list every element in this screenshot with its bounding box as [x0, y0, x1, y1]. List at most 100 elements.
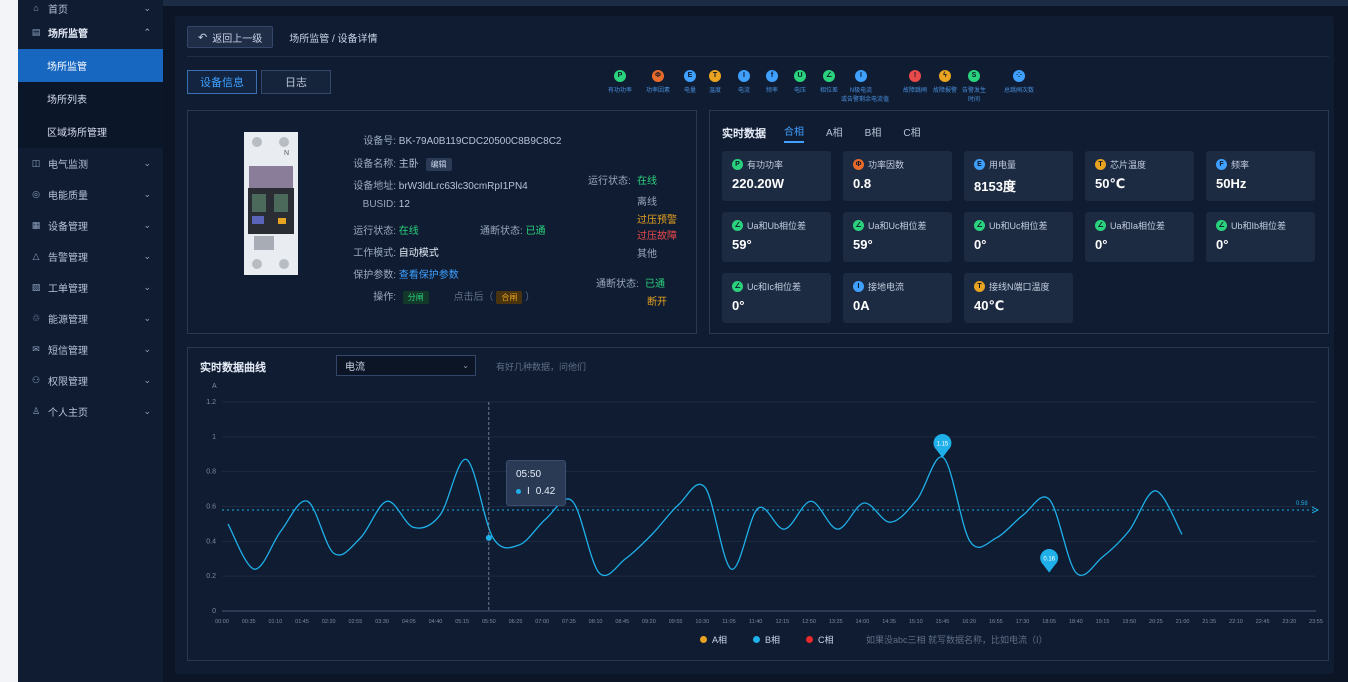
x-tick-label: 00:35 [242, 619, 256, 625]
back-button[interactable]: ↶ 返回上一级 [187, 26, 274, 48]
sidebar-item-alarm[interactable]: △ 告警管理 ⌄ [18, 241, 163, 272]
metric-icon: ∠ [853, 220, 864, 231]
x-tick-label: 16:55 [989, 619, 1003, 625]
device-addr-row: 设备地址: brW3ldLrc63lc30cmRpI1PN4 [338, 177, 528, 192]
metric-card: ∠ Ua和Ub相位差 59° [722, 212, 831, 262]
metric-card: E 用电量 8153度 [964, 151, 1073, 201]
x-tick-label: 15:45 [936, 619, 950, 625]
metric-card: I 接地电流 0A [843, 273, 952, 323]
tab-log[interactable]: 日志 [261, 70, 331, 94]
operation-hint-end: ） [525, 292, 536, 303]
operation-label: 操作: [373, 292, 396, 303]
icon-legend-item: ⁘ 总跳闸次数 [999, 70, 1039, 94]
icon-legend-item: I N极电流 或告警剩余电流值 [841, 70, 890, 103]
metric-card: T 芯片温度 50℃ [1085, 151, 1194, 201]
metric-9-icon: ! [909, 70, 921, 82]
permission-icon: ⚇ [31, 375, 41, 385]
legend-b[interactable]: B相 [753, 633, 780, 646]
metric-label: Ua和Ub相位差 [747, 221, 807, 231]
sidebar-item-quality[interactable]: ◎ 电能质量 ⌄ [18, 179, 163, 210]
x-tick-label: 22:45 [1256, 619, 1270, 625]
y-tick-label: 0.6 [206, 504, 216, 511]
metric-icon: I [853, 281, 864, 292]
chevron-down-icon: ⌄ [462, 361, 469, 370]
sidebar-item-label: 电气监测 [48, 160, 88, 171]
sidebar-item-building[interactable]: ▤ 场所监管 ⌃ [18, 16, 163, 49]
sidebar-item-energy[interactable]: ♲ 能源管理 ⌄ [18, 303, 163, 334]
tab-phase-b[interactable]: B相 [865, 124, 882, 142]
metric-11-icon: S [968, 70, 980, 82]
sidebar-item-permission[interactable]: ⚇ 权限管理 ⌄ [18, 365, 163, 396]
sidebar-item-label: 首页 [48, 4, 68, 16]
tab-phase-c[interactable]: C相 [903, 124, 920, 142]
sidebar-item-label: 权限管理 [48, 377, 88, 388]
legend-note: 如果没abc三相 就写数据名称，比如电流（I） [866, 635, 1048, 645]
metric-header: ∠ Ub和Uc相位差 [974, 219, 1048, 232]
metric-header: I 接地电流 [853, 280, 904, 293]
curve-hint: 有好几种数据，问他们 [496, 362, 587, 372]
realtime-card: 实时数据 合相 A相 B相 C相 P 有功功率 220.20W Φ 功率因数 0… [709, 110, 1329, 334]
device-info-card: N 设备号: BK-79A0B119CDC20500C8B9C8C2 设备名称:… [187, 110, 697, 334]
realtime-title: 实时数据 [722, 128, 766, 140]
sidebar-subitem[interactable]: 场所列表 [18, 82, 163, 115]
tab-combined-phase[interactable]: 合相 [784, 123, 804, 143]
open-switch-button[interactable]: 分闸 [402, 291, 429, 304]
metric-label: Ua和Ia相位差 [1110, 221, 1166, 231]
metric-card: ∠ Uc和Ic相位差 0° [722, 273, 831, 323]
tab-device-info[interactable]: 设备信息 [187, 70, 257, 94]
conn-status-value: 已通 [525, 226, 546, 237]
metric-icon: F [1216, 159, 1227, 170]
sidebar-item-home[interactable]: ⌂ 首页 ⌄ [18, 0, 163, 16]
metric-card: F 频率 50Hz [1206, 151, 1315, 201]
sidebar-item-user[interactable]: ♙ 个人主页 ⌄ [18, 396, 163, 427]
average-label: 0.58 [1296, 501, 1308, 507]
x-tick-label: 12:50 [802, 619, 816, 625]
x-tick-label: 11:40 [749, 619, 762, 625]
tooltip-value: 0.42 [535, 486, 556, 497]
metric-card: P 有功功率 220.20W [722, 151, 831, 201]
breaker-illustration [244, 132, 298, 275]
device-icon: ▦ [31, 220, 41, 230]
back-icon: ↶ [198, 31, 208, 44]
tooltip-series: I [527, 486, 530, 497]
metric-icon: P [732, 159, 743, 170]
metric-icon: ∠ [1095, 220, 1106, 231]
sidebar-item-sms[interactable]: ✉ 短信管理 ⌄ [18, 334, 163, 365]
metric-header: P 有功功率 [732, 158, 783, 171]
sidebar-subitem[interactable]: 场所监管 [18, 49, 163, 82]
sidebar-item-ticket[interactable]: ▧ 工单管理 ⌄ [18, 272, 163, 303]
data-type-select[interactable]: 电流 ⌄ [336, 355, 476, 376]
close-switch-button[interactable]: 合闸 [496, 291, 523, 304]
icon-legend-sublabel: 或告警剩余电流值 [841, 97, 890, 103]
chevron-down-icon: ⌄ [143, 344, 151, 354]
divider [187, 56, 1329, 57]
legend-a[interactable]: A相 [700, 633, 727, 646]
legend-conn-label: 通断状态: [596, 279, 639, 290]
sidebar-item-device[interactable]: ▦ 设备管理 ⌄ [18, 210, 163, 241]
chevron-down-icon: ⌄ [143, 251, 151, 261]
x-tick-label: 03:30 [375, 619, 389, 625]
sidebar-subitem[interactable]: 区域场所管理 [18, 115, 163, 148]
protect-link[interactable]: 查看保护参数 [399, 270, 459, 281]
x-tick-label: 05:15 [455, 619, 469, 625]
x-tick-label: 19:50 [1122, 619, 1136, 625]
chart-tooltip: 05:50 I 0.42 [506, 460, 566, 506]
icon-legend-item: S 告警发生 时间 [954, 70, 994, 103]
edit-button[interactable]: 编辑 [425, 158, 452, 171]
legend-c[interactable]: C相 [806, 633, 834, 646]
device-id-label: 设备号: [363, 136, 396, 147]
energy-icon: ♲ [31, 313, 41, 323]
chevron-down-icon: ⌄ [143, 2, 151, 13]
data-type-select-value: 电流 [345, 362, 365, 373]
icon-legend-label: N极电流 [849, 88, 873, 94]
metric-icon: T [974, 281, 985, 292]
metric-icon: ∠ [732, 281, 743, 292]
metric-icon: ∠ [974, 220, 985, 231]
chevron-down-icon: ⌄ [143, 158, 151, 168]
sidebar-item-monitor[interactable]: ◫ 电气监测 ⌄ [18, 148, 163, 179]
metric-label: Ua和Uc相位差 [868, 221, 927, 231]
x-tick-label: 16:20 [962, 619, 976, 625]
tab-phase-a[interactable]: A相 [826, 124, 843, 142]
chevron-down-icon: ⌄ [143, 220, 151, 230]
min-marker-label: 0.16 [1043, 557, 1055, 563]
